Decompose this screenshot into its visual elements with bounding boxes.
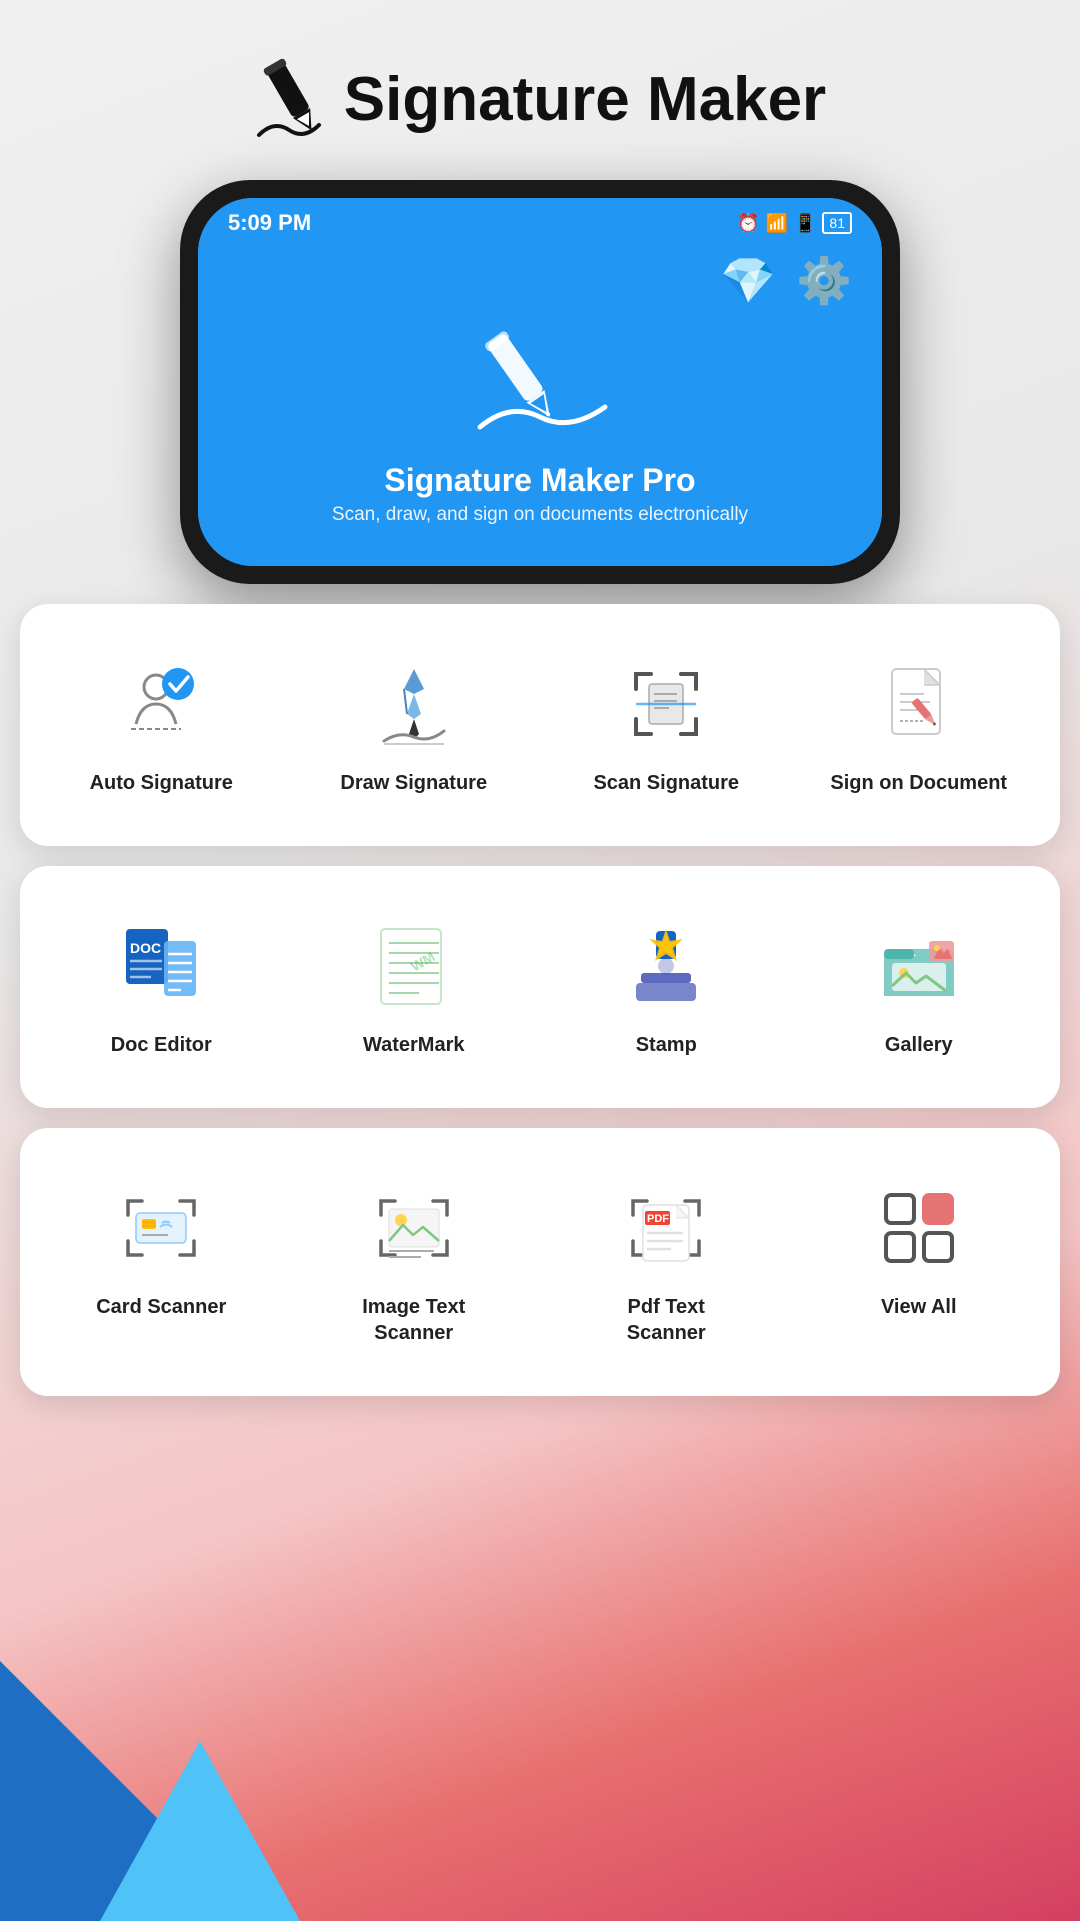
stamp-icon-wrap [616, 916, 716, 1016]
card-scanner-icon [116, 1183, 206, 1273]
alarm-icon: ⏰ [737, 213, 759, 234]
pdf-text-scanner-icon-wrap: PDF [616, 1178, 716, 1278]
sign-on-document-item[interactable]: Sign on Document [798, 634, 1041, 816]
draw-signature-icon [369, 659, 459, 749]
doc-editor-label: Doc Editor [111, 1032, 212, 1058]
signal-icon: 📱 [794, 213, 816, 234]
svg-text:PDF: PDF [647, 1213, 669, 1225]
wifi-icon: 📶 [766, 213, 788, 234]
pen-icon [254, 50, 334, 150]
app-header: 💎 ⚙️ [198, 244, 882, 566]
row2-card: DOC Doc Editor [20, 866, 1060, 1108]
image-text-scanner-item[interactable]: Image Text Scanner [293, 1158, 536, 1366]
sign-on-document-icon [874, 659, 964, 749]
doc-editor-item[interactable]: DOC Doc Editor [40, 896, 283, 1078]
gallery-item[interactable]: Gallery [798, 896, 1041, 1078]
watermark-label: WaterMark [363, 1032, 465, 1058]
auto-signature-icon-wrap [111, 654, 211, 754]
scan-signature-icon-wrap [616, 654, 716, 754]
pdf-text-scanner-label: Pdf Text Scanner [627, 1294, 706, 1346]
svg-text:DOC: DOC [130, 940, 161, 956]
row1-card: Auto Signature Draw Signature [20, 604, 1060, 846]
watermark-icon-wrap: WM [364, 916, 464, 1016]
auto-signature-item[interactable]: Auto Signature [40, 634, 283, 816]
row1-grid: Auto Signature Draw Signature [40, 634, 1040, 816]
row3-card: Card Scanner [20, 1128, 1060, 1396]
scan-signature-item[interactable]: Scan Signature [545, 634, 788, 816]
sign-on-document-icon-wrap [869, 654, 969, 754]
card-scanner-label: Card Scanner [96, 1294, 226, 1320]
draw-signature-label: Draw Signature [340, 770, 487, 796]
gem-icon[interactable]: 💎 [720, 254, 776, 307]
status-time: 5:09 PM [228, 210, 311, 236]
image-text-scanner-icon [369, 1183, 459, 1273]
row3-grid: Card Scanner [40, 1158, 1040, 1366]
settings-icon[interactable]: ⚙️ [796, 254, 852, 307]
app-logo-area: Signature Maker Pro Scan, draw, and sign… [332, 317, 748, 526]
pdf-text-scanner-icon: PDF [621, 1183, 711, 1273]
image-text-scanner-label: Image Text Scanner [362, 1294, 465, 1346]
stamp-item[interactable]: Stamp [545, 896, 788, 1078]
page-header: Signature Maker [0, 0, 1080, 170]
header-logo: Signature Maker [254, 50, 826, 150]
watermark-item[interactable]: WM WaterMark [293, 896, 536, 1078]
stamp-icon [621, 921, 711, 1011]
draw-signature-item[interactable]: Draw Signature [293, 634, 536, 816]
scan-signature-icon [621, 659, 711, 749]
gallery-label: Gallery [885, 1032, 953, 1058]
view-all-label: View All [881, 1294, 957, 1320]
app-name: Signature Maker Pro [384, 462, 695, 499]
auto-signature-icon [116, 659, 206, 749]
row2-grid: DOC Doc Editor [40, 896, 1040, 1078]
app-subtitle: Scan, draw, and sign on documents electr… [332, 504, 748, 526]
status-bar: 5:09 PM ⏰ 📶 📱 81 [198, 198, 882, 244]
gallery-icon-wrap [869, 916, 969, 1016]
doc-editor-icon: DOC [116, 921, 206, 1011]
app-pen-logo [460, 317, 620, 457]
pdf-text-scanner-item[interactable]: PDF Pdf Text Scanner [545, 1158, 788, 1366]
image-text-scanner-icon-wrap [364, 1178, 464, 1278]
app-header-icons: 💎 ⚙️ [228, 254, 852, 307]
auto-signature-label: Auto Signature [90, 770, 233, 796]
draw-signature-icon-wrap [364, 654, 464, 754]
watermark-icon: WM [369, 921, 459, 1011]
view-all-icon-wrap [869, 1178, 969, 1278]
gallery-icon [874, 921, 964, 1011]
card-scanner-item[interactable]: Card Scanner [40, 1158, 283, 1366]
doc-editor-icon-wrap: DOC [111, 916, 211, 1016]
battery-icon: 81 [822, 212, 852, 234]
sign-on-document-label: Sign on Document [830, 770, 1007, 796]
scan-signature-label: Scan Signature [593, 770, 739, 796]
view-all-item[interactable]: View All [798, 1158, 1041, 1366]
phone-mockup: 5:09 PM ⏰ 📶 📱 81 💎 ⚙️ [180, 180, 900, 584]
phone-container: 5:09 PM ⏰ 📶 📱 81 💎 ⚙️ [0, 180, 1080, 584]
header-title: Signature Maker [344, 69, 826, 131]
status-icons: ⏰ 📶 📱 81 [737, 212, 852, 234]
stamp-label: Stamp [636, 1032, 697, 1058]
phone-screen: 5:09 PM ⏰ 📶 📱 81 💎 ⚙️ [198, 198, 882, 566]
card-scanner-icon-wrap [111, 1178, 211, 1278]
view-all-icon [874, 1183, 964, 1273]
